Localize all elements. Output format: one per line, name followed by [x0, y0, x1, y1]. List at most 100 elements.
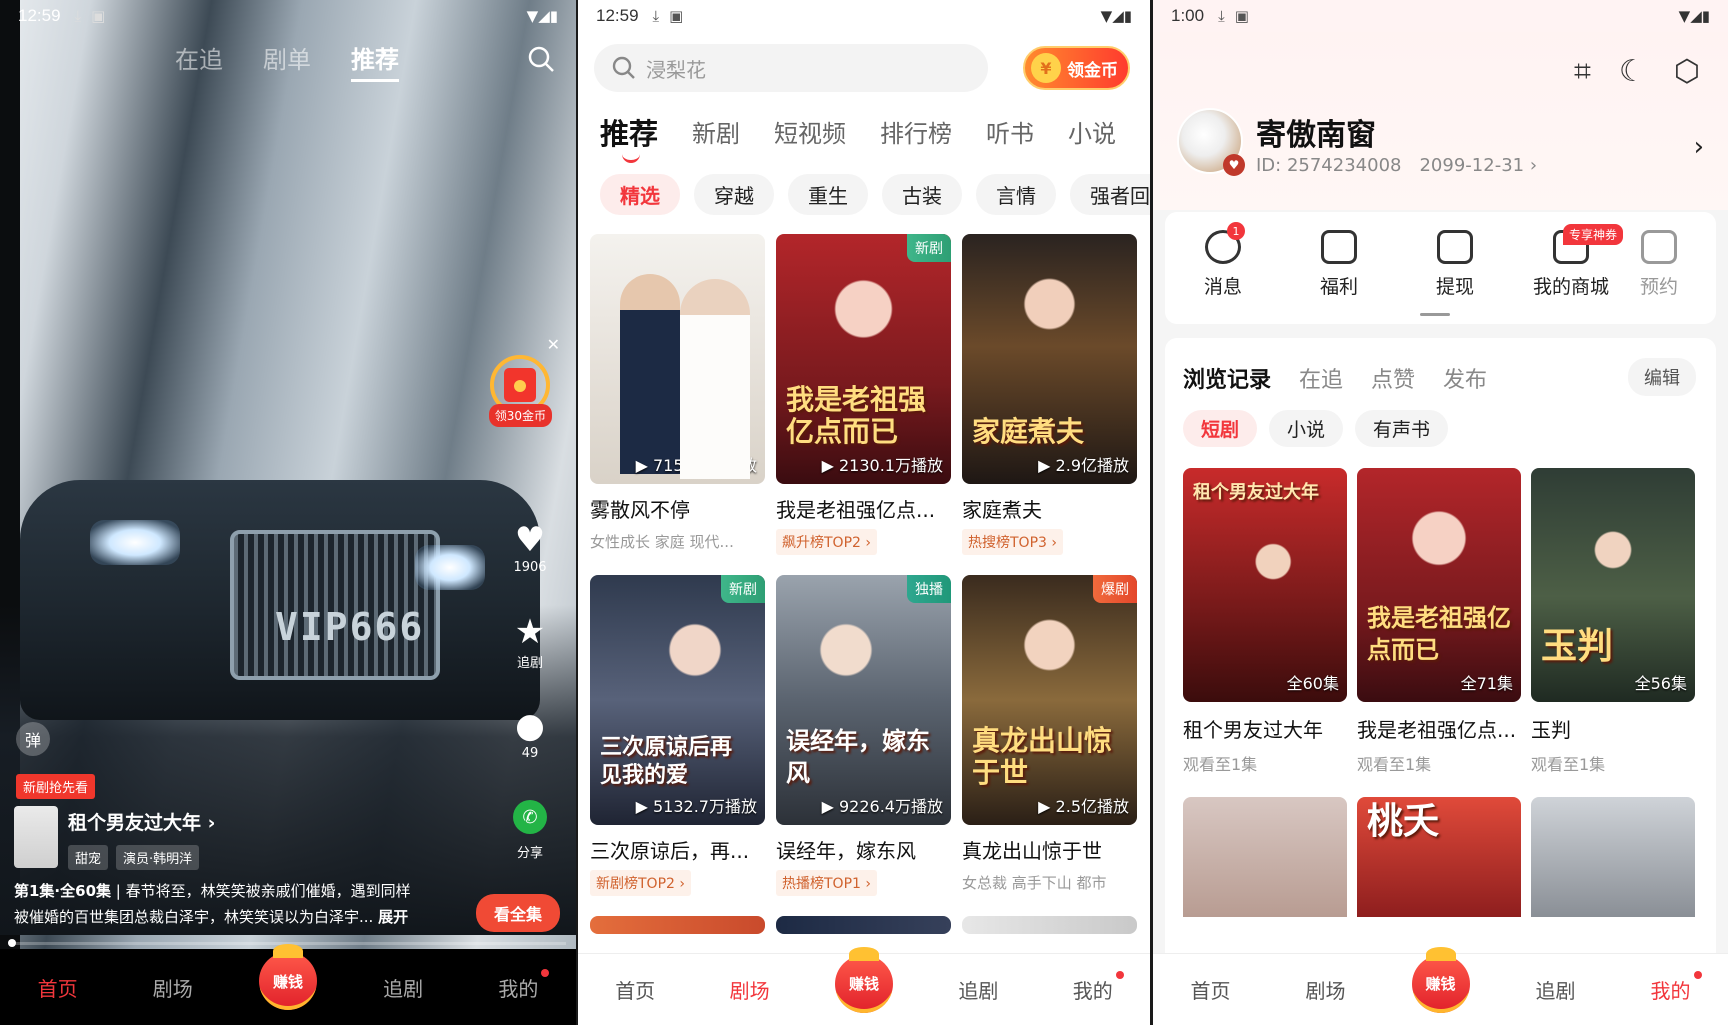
drama-poster[interactable]: 独播 误经年，嫁东风 ▶ 9226.4万播放 [776, 575, 951, 825]
nav-mine[interactable]: 我的 [1048, 971, 1138, 1004]
nav-theater[interactable]: 剧场 [705, 975, 795, 1004]
history-card[interactable]: 我是老祖强亿点而已 全71集 我是老祖强亿点... 观看至1集 [1357, 468, 1521, 775]
chip-romance[interactable]: 言情 [976, 174, 1056, 215]
search-input[interactable]: 浸梨花 [594, 44, 988, 92]
nav-theater[interactable]: 剧场 [1281, 975, 1371, 1004]
vip-expiry-date[interactable]: 2099-12-31 › [1419, 155, 1537, 176]
drama-poster[interactable]: 新剧 我是老祖强亿点而已 ▶ 2130.1万播放 [776, 234, 951, 484]
history-card[interactable]: 租个男友过大年 全60集 租个男友过大年 观看至1集 [1183, 468, 1347, 775]
drama-poster[interactable] [590, 916, 765, 934]
tab-likes[interactable]: 点赞 [1371, 362, 1415, 394]
nav-mine[interactable]: 我的 [1626, 971, 1716, 1004]
nav-following[interactable]: 追剧 [1511, 975, 1601, 1004]
nav-theater[interactable]: 剧场 [128, 973, 218, 1002]
chevron-right-icon[interactable]: › [1694, 132, 1704, 162]
rank-tag[interactable]: 热搜榜TOP3 › [962, 529, 1063, 555]
history-title[interactable]: 玉判 [1531, 714, 1695, 743]
tab-playlist[interactable]: 剧单 [263, 40, 311, 82]
quick-welfare[interactable]: 福利 [1281, 230, 1397, 324]
chip-novel[interactable]: 小说 [1269, 410, 1344, 447]
drama-card[interactable] [962, 916, 1137, 934]
search-icon[interactable] [526, 44, 556, 74]
nav-following[interactable]: 追剧 [358, 973, 448, 1002]
drama-card-title[interactable]: 雾散风不停 [590, 494, 765, 523]
drama-poster[interactable] [776, 916, 951, 934]
nav-home[interactable]: 首页 [1166, 975, 1256, 1004]
nav-home[interactable]: 首页 [590, 975, 680, 1004]
nav-earn[interactable]: 赚钱 [243, 944, 333, 1016]
history-poster[interactable]: 租个男友过大年 全60集 [1183, 468, 1347, 702]
watch-all-button[interactable]: 看全集 [475, 894, 560, 932]
drama-title[interactable]: 租个男友过大年 › [68, 808, 215, 835]
tab-short-video[interactable]: 短视频 [774, 114, 846, 156]
tab-novel[interactable]: 小说 [1068, 114, 1116, 156]
nav-home[interactable]: 首页 [13, 973, 103, 1002]
drama-card[interactable]: 新剧 我是老祖强亿点而已 ▶ 2130.1万播放 我是老祖强亿点... 飙升榜T… [776, 234, 951, 555]
drama-poster[interactable]: 家庭煮夫 ▶ 2.9亿播放 [962, 234, 1137, 484]
username[interactable]: 寄傲南窗 [1256, 110, 1376, 154]
scan-icon[interactable]: ⌗ [1574, 54, 1591, 89]
follow-button[interactable]: ★ 追剧 [502, 612, 558, 671]
night-mode-icon[interactable]: ☾ [1619, 54, 1646, 89]
actor-tag[interactable]: 演员·韩明洋 [116, 845, 200, 870]
history-poster[interactable]: 我是老祖强亿点而已 全71集 [1357, 468, 1521, 702]
chip-strong-return[interactable]: 强者回 [1070, 174, 1150, 215]
tab-recommend[interactable]: 推荐 [600, 111, 658, 163]
drama-card-title[interactable]: 三次原谅后，再... [590, 835, 765, 864]
nav-following[interactable]: 追剧 [933, 975, 1023, 1004]
drama-info[interactable]: 租个男友过大年 › 甜宠 演员·韩明洋 [14, 806, 215, 870]
drama-poster[interactable]: 爆剧 真龙出山惊于世 ▶ 2.5亿播放 [962, 575, 1137, 825]
tab-recommend[interactable]: 推荐 [351, 40, 399, 82]
chip-costume[interactable]: 古装 [882, 174, 962, 215]
history-title[interactable]: 我是老祖强亿点... [1357, 714, 1521, 743]
tab-audiobook[interactable]: 听书 [986, 114, 1034, 156]
drama-card[interactable]: 新剧 三次原谅后再见我的爱 ▶ 5132.7万播放 三次原谅后，再... 新剧榜… [590, 575, 765, 896]
video-frame[interactable]: VIP666 [0, 0, 576, 1025]
tab-ranking[interactable]: 排行榜 [880, 114, 952, 156]
drama-card[interactable]: 爆剧 真龙出山惊于世 ▶ 2.5亿播放 真龙出山惊于世 女总裁 高手下山 都市 [962, 575, 1137, 896]
drama-poster[interactable]: ▶ 7155.5万播放 [590, 234, 765, 484]
history-card[interactable] [1183, 797, 1347, 917]
history-poster[interactable]: 玉判 全56集 [1531, 468, 1695, 702]
tab-following[interactable]: 在追 [175, 40, 223, 82]
tab-following[interactable]: 在追 [1299, 362, 1343, 394]
nav-earn[interactable]: 赚钱 [819, 946, 909, 1019]
rank-tag[interactable]: 热播榜TOP1 › [776, 870, 877, 896]
share-button[interactable]: ✆ 分享 [502, 800, 558, 861]
drama-card-title[interactable]: 真龙出山惊于世 [962, 835, 1137, 864]
close-icon[interactable]: ✕ [547, 335, 560, 354]
chip-featured[interactable]: 精选 [600, 174, 680, 215]
drama-card[interactable]: ▶ 7155.5万播放 雾散风不停 女性成长 家庭 现代... [590, 234, 765, 555]
expand-link[interactable]: 展开 [378, 908, 408, 926]
edit-button[interactable]: 编辑 [1628, 358, 1696, 396]
drama-card[interactable]: 家庭煮夫 ▶ 2.9亿播放 家庭煮夫 热搜榜TOP3 › [962, 234, 1137, 555]
rank-tag[interactable]: 飙升榜TOP2 › [776, 529, 877, 555]
chip-audiobook[interactable]: 有声书 [1355, 410, 1449, 447]
drama-card-title[interactable]: 我是老祖强亿点... [776, 494, 951, 523]
quick-messages[interactable]: 1 消息 [1165, 222, 1281, 324]
history-card[interactable]: 桃夭 [1357, 797, 1521, 917]
drama-card-title[interactable]: 误经年，嫁东风 [776, 835, 951, 864]
chip-short-drama[interactable]: 短剧 [1183, 410, 1258, 447]
nav-earn[interactable]: 赚钱 [1396, 946, 1486, 1019]
drama-card[interactable]: 独播 误经年，嫁东风 ▶ 9226.4万播放 误经年，嫁东风 热播榜TOP1 › [776, 575, 951, 896]
history-title[interactable]: 租个男友过大年 [1183, 714, 1347, 743]
avatar[interactable] [1177, 108, 1245, 176]
like-button[interactable]: ♥ 1906 [502, 520, 558, 575]
drama-poster[interactable]: 新剧 三次原谅后再见我的爱 ▶ 5132.7万播放 [590, 575, 765, 825]
history-poster[interactable]: 桃夭 [1357, 797, 1521, 917]
drama-poster[interactable] [962, 916, 1137, 934]
danmaku-toggle[interactable]: 弹 [16, 722, 50, 756]
history-poster[interactable] [1183, 797, 1347, 917]
drama-card[interactable] [590, 916, 765, 934]
chip-time-travel[interactable]: 穿越 [694, 174, 774, 215]
tab-browse-history[interactable]: 浏览记录 [1183, 362, 1271, 394]
history-poster[interactable] [1531, 797, 1695, 917]
history-card[interactable]: 玉判 全56集 玉判 观看至1集 [1531, 468, 1695, 775]
chip-rebirth[interactable]: 重生 [788, 174, 868, 215]
rank-tag[interactable]: 新剧榜TOP2 › [590, 870, 691, 896]
tab-new-drama[interactable]: 新剧 [692, 114, 740, 156]
quick-mall[interactable]: 专享神券 我的商城 [1513, 224, 1629, 324]
history-card[interactable] [1531, 797, 1695, 917]
drama-card[interactable] [776, 916, 951, 934]
